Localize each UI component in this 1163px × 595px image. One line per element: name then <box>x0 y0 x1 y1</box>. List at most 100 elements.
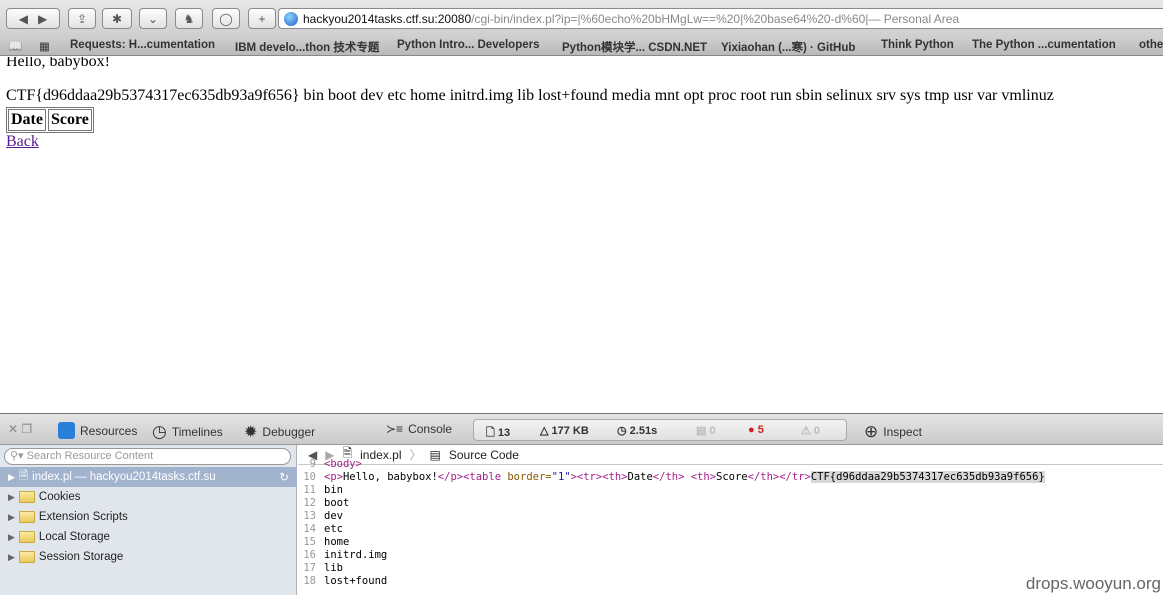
error-count: ● 5 <box>748 424 764 436</box>
bookmark[interactable]: The Python ...cumentation <box>972 39 1116 51</box>
tab-timelines[interactable]: ◷ Timelines <box>152 422 223 442</box>
line-number: 18 <box>303 575 316 587</box>
line-number: 14 <box>303 523 316 535</box>
search-input[interactable]: ⚲▾ Search Resource Content <box>4 448 291 465</box>
code-line: 12 boot <box>298 497 1045 510</box>
line-number: 12 <box>303 497 316 509</box>
line-number: 17 <box>303 562 316 574</box>
code-token: Score <box>716 471 748 483</box>
url-host: hackyou2014tasks.ctf.su:20080 <box>303 11 472 26</box>
bookmark[interactable]: Yixiaohan (...寒) · GitHub <box>721 39 855 55</box>
code-token: Hello, babybox! <box>342 471 438 483</box>
resources-sidebar: ⚲▾ Search Resource Content ▶ 🗎 index.pl — … <box>0 445 297 595</box>
top-sites-icon[interactable]: ▦ <box>39 39 50 53</box>
reload-icon[interactable]: ↻ <box>279 470 289 484</box>
code-lines: 9 <body> 10 <p>Hello, babybox!</p><table bo… <box>298 458 1045 588</box>
code-text: <body> <box>324 458 362 470</box>
tree-label: Local Storage <box>38 531 110 543</box>
page-content: Hello, babybox! CTF{d96ddaa29b5374317ec6… <box>0 57 1163 413</box>
code-line: 15 home <box>298 536 1045 549</box>
tree-label: Session Storage <box>38 551 124 563</box>
code-token: </p> <box>437 471 464 483</box>
tree-item-session-storage[interactable]: ▶ Session Storage <box>0 547 297 567</box>
evernote-button[interactable]: ♞ <box>175 8 203 29</box>
bookmark[interactable]: Think Python <box>881 39 954 51</box>
tab-console[interactable]: ≻≡ Console <box>386 422 452 436</box>
code-text: boot <box>324 497 350 509</box>
clock-icon: ◷ <box>152 422 167 441</box>
opera-button[interactable]: ◯ <box>212 8 240 29</box>
line-number: 10 <box>303 471 316 483</box>
activity-stats[interactable]: 🗋 13 △ 177 KB ◷ 2.51s ▤ 0 ● 5 ⚠ 0 <box>473 419 847 441</box>
code-line: 13 dev <box>298 510 1045 523</box>
tab-label: Console <box>408 422 453 436</box>
log-count: ▤ 0 <box>696 425 716 437</box>
code-token: border= <box>507 471 552 483</box>
folder-icon <box>18 531 35 543</box>
reading-list-icon[interactable]: 📖 <box>8 39 22 53</box>
code-token: Date <box>627 471 653 483</box>
bookmark[interactable]: Python Intro... Developers <box>397 39 540 51</box>
share-icon: ⇪ <box>76 11 88 26</box>
back-icon[interactable]: ◀ <box>19 12 28 26</box>
tab-inspect[interactable]: ⊕ Inspect <box>864 422 922 442</box>
score-table: Date Score <box>6 107 94 133</box>
tree-item-index[interactable]: ▶ 🗎 index.pl — hackyou2014tasks.ctf.su ↻ <box>0 467 297 487</box>
back-forward-buttons[interactable]: ◀ ▶ <box>6 8 60 29</box>
line-number: 11 <box>303 484 316 496</box>
evernote-icon: ♞ <box>183 11 195 26</box>
code-token: CTF{d96ddaa29b5374317ec635db93a9f656} <box>810 471 1045 483</box>
code-line: 14 etc <box>298 523 1045 536</box>
bookmark[interactable]: Python模块学... CSDN.NET <box>562 39 707 55</box>
share-button[interactable]: ⇪ <box>68 8 96 29</box>
code-token: ><tr><th> <box>570 471 628 483</box>
back-link[interactable]: Back <box>6 133 39 151</box>
folder-icon <box>18 491 35 503</box>
bookmark[interactable]: IBM develo...thon 技术专题 <box>235 39 379 55</box>
bookmarks-bar: 📖 ▦ Requests: H...cumentation IBM develo… <box>0 36 1163 56</box>
source-viewer: ◀ ▶ 🗎 index.pl 〉 ▤ Source Code 9 <body> 10… <box>298 445 1163 595</box>
crosshair-icon: ⊕ <box>864 422 879 441</box>
bookmark[interactable]: Requests: H...cumentation <box>70 39 215 51</box>
bug-icon: ✹ <box>244 424 258 441</box>
forward-icon[interactable]: ▶ <box>38 12 47 26</box>
code-token: </th> <th> <box>652 471 717 483</box>
watermark: drops.wooyun.org <box>1025 574 1161 593</box>
tab-resources[interactable]: Resources <box>58 422 137 439</box>
code-text: lib <box>324 562 343 574</box>
globe-icon <box>284 12 298 26</box>
extension-bug-button[interactable]: ✱ <box>102 8 132 29</box>
search-placeholder: Search Resource Content <box>26 450 154 462</box>
tree-item-cookies[interactable]: ▶ Cookies <box>0 487 297 507</box>
bug-icon: ✱ <box>111 11 123 26</box>
load-time: ◷ 2.51s <box>617 425 658 437</box>
code-line: 9 <body> <box>298 458 1045 471</box>
devtools-toolbar: ✕ ❐ Resources ◷ Timelines ✹ Debugger ≻≡ Con… <box>0 413 1163 445</box>
tree-label: Cookies <box>38 491 81 503</box>
code-text: etc <box>324 523 343 535</box>
url-path: /cgi-bin/index.pl?ip=|%60echo%20bHMgLw==… <box>471 11 869 26</box>
pocket-icon: ⌄ <box>147 11 159 26</box>
browser-toolbar: ◀ ▶ ⇪ ✱ ⌄ ♞ ◯ + hackyou2014tasks.ctf.su:… <box>0 0 1163 36</box>
bookmark[interactable]: othe <box>1139 39 1163 51</box>
opera-icon: ◯ <box>219 11 233 26</box>
line-number: 13 <box>303 510 316 522</box>
code-line: 18 lost+found <box>298 575 1045 588</box>
code-text: home <box>324 536 350 548</box>
address-bar[interactable]: hackyou2014tasks.ctf.su:20080/cgi-bin/in… <box>278 8 1163 29</box>
tab-label: Timelines <box>171 425 223 439</box>
close-icon[interactable]: ✕ ❐ <box>8 422 32 436</box>
tab-label: Resources <box>80 423 138 438</box>
code-token: <table <box>463 471 508 483</box>
new-tab-button[interactable]: + <box>248 8 276 29</box>
table-header: Date <box>8 109 46 131</box>
tree-item-extension-scripts[interactable]: ▶ Extension Scripts <box>0 507 297 527</box>
table-header: Score <box>47 109 92 131</box>
warning-count: ⚠ 0 <box>801 425 821 437</box>
tab-label: Inspect <box>883 425 922 439</box>
tab-debugger[interactable]: ✹ Debugger <box>244 422 315 442</box>
pocket-button[interactable]: ⌄ <box>139 8 167 29</box>
code-token: </th></tr> <box>747 471 811 483</box>
page-title: — Personal Area <box>868 11 960 26</box>
tree-item-local-storage[interactable]: ▶ Local Storage <box>0 527 297 547</box>
